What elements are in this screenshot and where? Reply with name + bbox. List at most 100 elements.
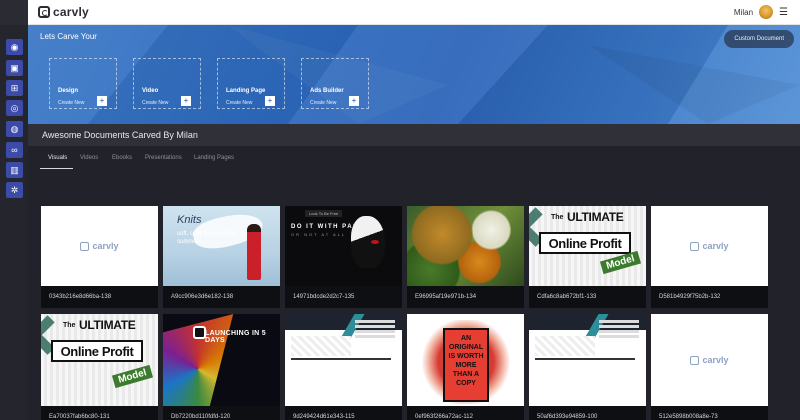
ads-builder-card[interactable]: Ads Builder Create New +: [301, 58, 369, 109]
document-thumbnail[interactable]: carvly: [41, 206, 158, 286]
document-thumbnail[interactable]: The ULTIMATE Online Profit Model: [529, 206, 646, 286]
document-card[interactable]: LAUNCHING IN 5 DAYS Db7220bd110fdfd-120: [163, 314, 280, 420]
document-thumbnail[interactable]: carvly: [651, 206, 768, 286]
color-mosaic-graphic: [163, 314, 234, 406]
passion-tagline: Look To Be Free: [305, 210, 343, 217]
tab-visuals[interactable]: Visuals: [48, 155, 67, 161]
plus-icon[interactable]: +: [181, 96, 191, 106]
hero-title: Lets Carve Your: [40, 32, 97, 41]
document-thumbnail[interactable]: [529, 314, 646, 406]
pattern-block: [291, 336, 351, 356]
card-title: Design: [58, 88, 79, 94]
document-thumbnail[interactable]: LAUNCHING IN 5 DAYS: [163, 314, 280, 406]
landing-page-card[interactable]: Landing Page Create New +: [217, 58, 285, 109]
avatar[interactable]: [759, 5, 774, 19]
lock-icon[interactable]: ▣: [6, 60, 23, 76]
link-icon[interactable]: ∞: [6, 142, 23, 158]
document-caption: 0ef963f266a72ac-112: [407, 406, 524, 420]
sitemap-icon[interactable]: ⊞: [6, 80, 23, 96]
document-thumbnail[interactable]: The ULTIMATE Online Profit Model: [41, 314, 158, 406]
document-caption: 512e5898b008a8e-73: [651, 406, 768, 420]
document-thumbnail[interactable]: Knits soft, cozy & perfect for summer: [163, 206, 280, 286]
document-card[interactable]: 50af6d393e94859-100: [529, 314, 646, 420]
document-caption: Cdfa6c8ab672bf1-133: [529, 286, 646, 308]
active-tab-indicator: [40, 168, 73, 169]
document-card[interactable]: carvly 0343b216e8d66ba-138: [41, 206, 158, 308]
chart-icon[interactable]: ▥: [6, 162, 23, 178]
dashboard-icon[interactable]: ◉: [6, 39, 23, 55]
lips-graphic: [371, 240, 379, 244]
document-thumbnail[interactable]: AN ORIGINAL IS WORTH MORE THAN A COPY: [407, 314, 524, 406]
carvly-logo-icon: [80, 241, 90, 251]
footer-rule: [535, 358, 635, 360]
placeholder-brand: carvly: [702, 355, 729, 365]
document-thumbnail[interactable]: [407, 206, 524, 286]
document-caption: A9cc906e3d6e182-138: [163, 286, 280, 308]
document-card[interactable]: The ULTIMATE Online Profit Model Ea70037…: [41, 314, 158, 420]
card-title: Video: [142, 88, 159, 94]
hero-banner: Lets Carve Your Custom Document Design C…: [28, 25, 800, 124]
user-menu[interactable]: Milan ☰: [734, 5, 788, 19]
carvly-placeholder: carvly: [690, 355, 729, 365]
video-card[interactable]: Video Create New +: [133, 58, 201, 109]
document-thumbnail[interactable]: carvly: [651, 314, 768, 406]
carvly-logo-icon: [690, 355, 700, 365]
card-title: Landing Page: [226, 88, 266, 94]
left-rail: ◉ ▣ ⊞ ◎ ◍ ∞ ▥ ✲: [0, 0, 28, 420]
document-thumbnail[interactable]: [285, 314, 402, 406]
placeholder-brand: carvly: [92, 241, 119, 251]
card-subtitle: Create New: [310, 100, 337, 106]
model-figure-graphic: [247, 224, 261, 280]
tab-videos[interactable]: Videos: [80, 155, 98, 161]
tab-ebooks[interactable]: Ebooks: [112, 155, 132, 161]
profit-model: Model: [600, 250, 642, 275]
section-title: Awesome Documents Carved By Milan: [28, 124, 800, 146]
document-card[interactable]: carvly 512e5898b008a8e-73: [651, 314, 768, 420]
profit-ultimate: ULTIMATE: [567, 210, 624, 224]
app-root: ◉ ▣ ⊞ ◎ ◍ ∞ ▥ ✲ carvly Milan ☰ Lets Carv…: [0, 0, 800, 420]
footer-rule: [291, 358, 391, 360]
document-card[interactable]: Knits soft, cozy & perfect for summer A9…: [163, 206, 280, 308]
user-name: Milan: [733, 7, 754, 17]
rail-header: [0, 0, 28, 25]
top-bar: carvly Milan ☰: [28, 0, 800, 25]
profit-the: The: [63, 322, 76, 329]
carvly-logo-icon: [690, 241, 700, 251]
document-thumbnail[interactable]: Look To Be Free DO IT WITH PASSION OR NO…: [285, 206, 402, 286]
documents-grid-row-2: The ULTIMATE Online Profit Model Ea70037…: [41, 314, 768, 420]
document-caption: 14971bdcde2d2c7-135: [285, 286, 402, 308]
document-caption: 9d249424d61e343-115: [285, 406, 402, 420]
plus-icon[interactable]: +: [97, 96, 107, 106]
original-quote: AN ORIGINAL IS WORTH MORE THAN A COPY: [443, 328, 489, 402]
profit-poster: The ULTIMATE Online Profit Model: [41, 314, 158, 406]
document-caption: 50af6d393e94859-100: [529, 406, 646, 420]
carvly-logo-icon: [38, 6, 50, 18]
text-lines: [355, 320, 395, 323]
design-card[interactable]: Design Create New +: [49, 58, 117, 109]
create-cards: Design Create New + Video Create New + L…: [49, 58, 369, 109]
document-card[interactable]: 9d249424d61e343-115: [285, 314, 402, 420]
settings-icon[interactable]: ✲: [6, 182, 23, 198]
custom-document-button[interactable]: Custom Document: [724, 30, 794, 48]
text-lines: [599, 320, 639, 323]
tab-presentations[interactable]: Presentations: [145, 155, 182, 161]
tab-landing-pages[interactable]: Landing Pages: [194, 155, 234, 161]
globe-icon[interactable]: ◍: [6, 121, 23, 137]
profit-model: Model: [112, 364, 154, 389]
plus-icon[interactable]: +: [265, 96, 275, 106]
knits-title: Knits: [177, 214, 202, 226]
document-card[interactable]: Look To Be Free DO IT WITH PASSION OR NO…: [285, 206, 402, 308]
card-subtitle: Create New: [142, 100, 169, 106]
support-icon[interactable]: ◎: [6, 100, 23, 116]
document-card[interactable]: AN ORIGINAL IS WORTH MORE THAN A COPY 0e…: [407, 314, 524, 420]
document-caption: Db7220bd110fdfd-120: [163, 406, 280, 420]
face-graphic: [351, 216, 385, 268]
document-card[interactable]: E96995af19e971b-134: [407, 206, 524, 308]
brand-logo[interactable]: carvly: [38, 5, 89, 19]
profit-poster: The ULTIMATE Online Profit Model: [529, 206, 646, 286]
document-card[interactable]: carvly D581b4929f75b2b-132: [651, 206, 768, 308]
menu-toggle-icon[interactable]: ☰: [779, 7, 788, 18]
plus-icon[interactable]: +: [349, 96, 359, 106]
carvly-placeholder: carvly: [690, 241, 729, 251]
document-card[interactable]: The ULTIMATE Online Profit Model Cdfa6c8…: [529, 206, 646, 308]
